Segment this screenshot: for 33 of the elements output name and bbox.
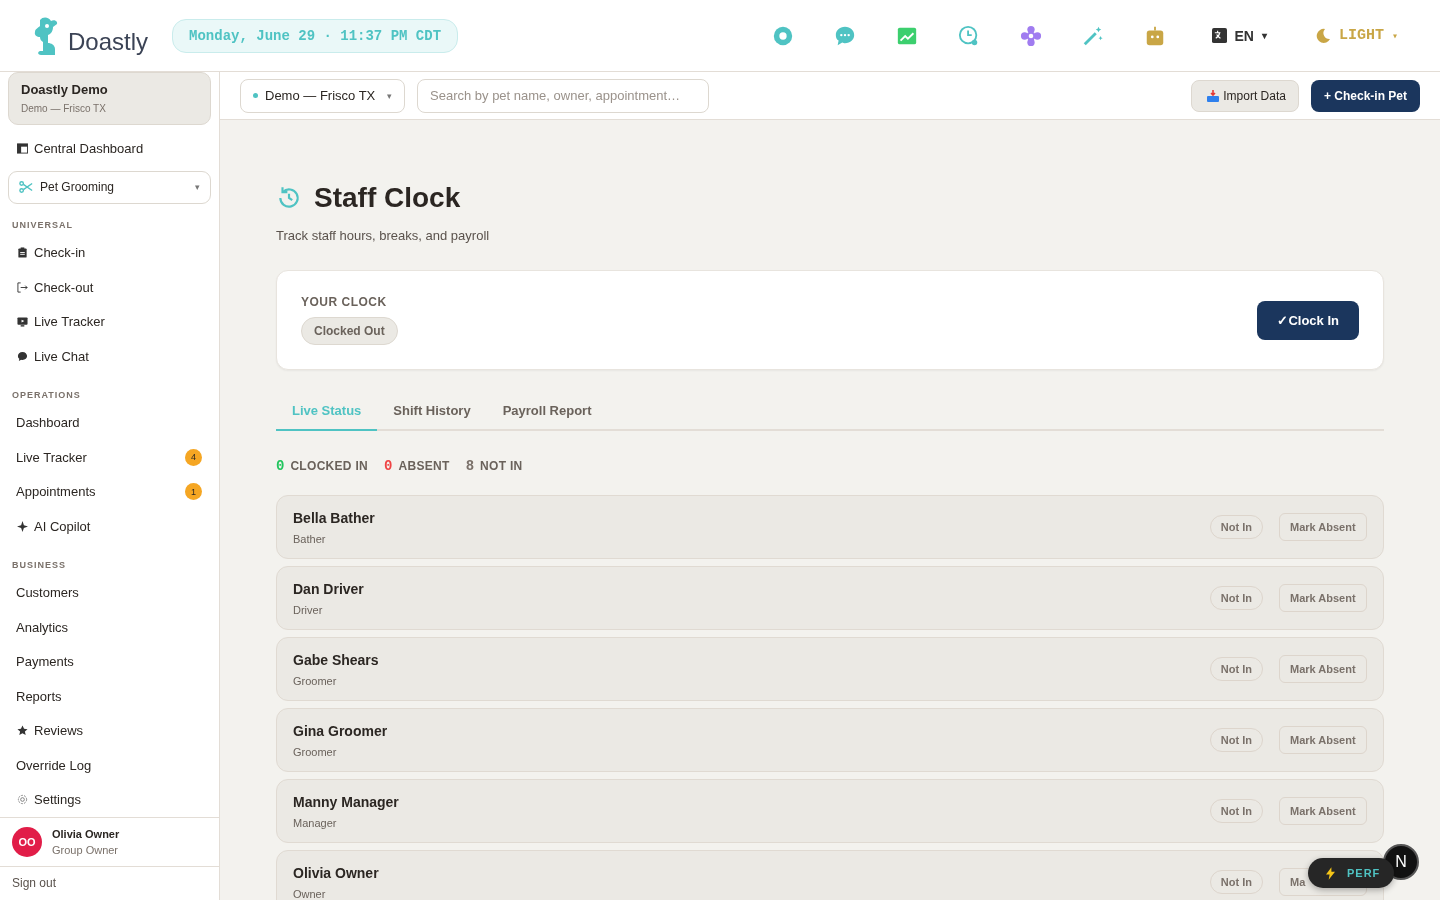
user-role: Group Owner: [52, 844, 120, 856]
account-location: Demo — Frisco TX: [21, 103, 107, 114]
staff-name: Gina Groomer: [293, 722, 388, 739]
clock-label: YOUR CLOCK: [301, 295, 388, 309]
staff-name: Gabe Shears: [293, 651, 379, 668]
staff-role: Manager: [293, 816, 338, 829]
staff-role: Owner: [293, 887, 327, 900]
clock-status: Clocked Out: [301, 317, 398, 345]
count-badge: 1: [185, 483, 202, 501]
staff-role: Bather: [293, 532, 327, 545]
status-label: CLOCKED IN: [290, 459, 369, 473]
section-heading: OPERATIONS: [11, 388, 82, 402]
date-badge: Monday, June 29 · 11:37 PM CDT: [172, 18, 459, 53]
page-title: Staff Clock: [314, 182, 461, 214]
status-label: NOT IN: [480, 459, 523, 473]
staff-name: Manny Manager: [293, 793, 399, 810]
staff-role: Groomer: [293, 674, 338, 687]
staff-name: Dan Driver: [293, 580, 364, 597]
account-name: Doastly Demo: [21, 82, 109, 97]
user-avatar: OO: [12, 827, 42, 857]
staff-role: Groomer: [293, 745, 338, 758]
section-heading: UNIVERSAL: [11, 218, 74, 232]
staff-name: Olivia Owner: [293, 864, 379, 881]
staff-role: Driver: [293, 603, 324, 616]
page-subtitle: Track staff hours, breaks, and payroll: [276, 228, 491, 243]
status-count: 0: [276, 458, 285, 474]
status-label: ABSENT: [398, 459, 450, 473]
status-count: 8: [465, 458, 475, 474]
count-badge: 4: [185, 448, 202, 466]
user-name: Olivia Owner: [52, 828, 120, 840]
staff-name: Bella Bather: [293, 509, 375, 526]
status-count: 0: [384, 458, 393, 474]
section-heading: BUSINESS: [11, 558, 67, 572]
